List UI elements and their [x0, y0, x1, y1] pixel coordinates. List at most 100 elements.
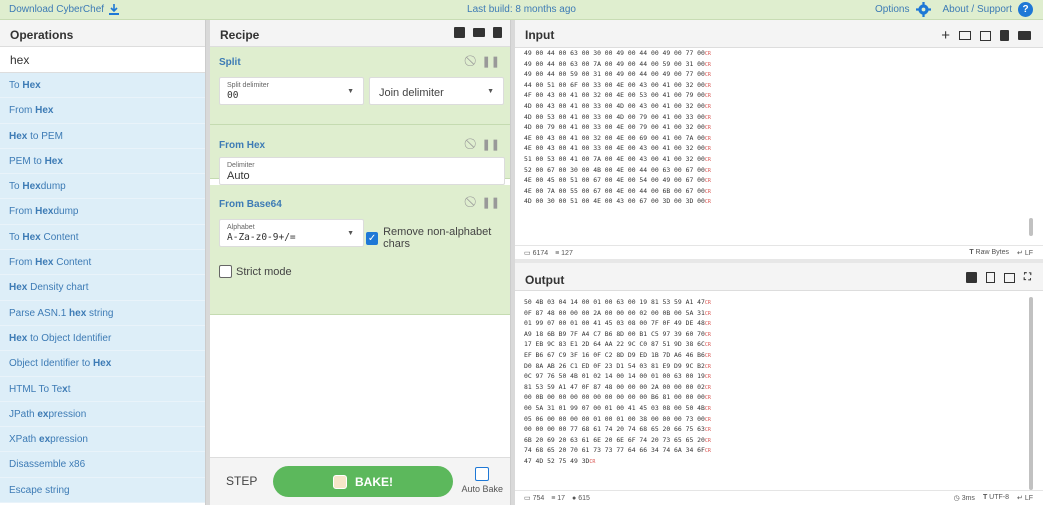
- crlf-marker: CR: [704, 156, 711, 163]
- text-line: 4D 00 30 00 51 00 4E 00 43 00 67 00 3D 0…: [524, 197, 711, 206]
- text-line: 4D 00 53 00 41 00 33 00 4D 00 79 00 41 0…: [524, 112, 711, 121]
- recipe-panel: Recipe Split ⃠❚❚ Split delimiter 00 ▼ Jo…: [210, 20, 511, 505]
- operation-item[interactable]: HTML To Text: [0, 377, 205, 402]
- text-line: 00 00 00 00 77 68 61 74 20 74 68 65 20 6…: [524, 425, 711, 434]
- lines-icon: ≡: [551, 495, 556, 502]
- auto-bake-option[interactable]: Auto Bake: [461, 467, 503, 494]
- text-line: 0C 97 76 50 4B 01 02 14 00 14 00 01 00 6…: [524, 372, 711, 381]
- crlf-marker: CR: [704, 51, 711, 57]
- output-encoding-button[interactable]: T UTF-8: [983, 494, 1009, 502]
- join-delimiter-field[interactable]: Join delimiter ▼: [369, 77, 504, 105]
- save-icon[interactable]: [454, 27, 465, 38]
- input-lines: 127: [561, 250, 573, 257]
- length-icon: ▭: [524, 495, 531, 502]
- output-title: Output: [525, 273, 565, 287]
- text-line: 6B 20 69 20 63 61 6E 20 6E 6F 74 20 73 6…: [524, 435, 711, 444]
- open-file-icon[interactable]: [980, 30, 991, 41]
- operation-item[interactable]: From Hexdump: [0, 199, 205, 225]
- open-folder-icon[interactable]: [959, 31, 971, 40]
- step-button[interactable]: STEP: [226, 474, 257, 488]
- add-tab-icon[interactable]: +: [941, 27, 950, 44]
- operation-item[interactable]: JPath expression: [0, 402, 205, 428]
- operations-title: Operations: [0, 20, 205, 47]
- text-line: 4E 00 43 00 41 00 33 00 4E 00 43 00 41 0…: [524, 144, 711, 153]
- operation-item[interactable]: Hex Density chart: [0, 275, 205, 301]
- pause-icon[interactable]: ❚❚: [482, 138, 500, 151]
- bake-button[interactable]: BAKE!: [273, 466, 453, 497]
- operation-item[interactable]: Escape string: [0, 478, 205, 504]
- text-line: 52 00 67 00 30 00 4B 00 4E 00 44 00 63 0…: [524, 165, 711, 174]
- trash-icon[interactable]: [1000, 30, 1009, 41]
- text-line: 50 4B 03 04 14 00 01 00 63 00 19 81 53 5…: [524, 298, 711, 306]
- input-textarea[interactable]: 49 00 44 00 63 00 30 00 49 00 44 00 49 0…: [515, 48, 1043, 245]
- op-name: From Base64: [219, 199, 282, 210]
- input-scrollbar[interactable]: [1029, 218, 1033, 236]
- text-line: 00 0B 00 00 00 00 00 00 00 00 00 B6 81 0…: [524, 393, 711, 402]
- recipe-op-from-hex[interactable]: From Hex ⃠❚❚ Delimiter Auto: [210, 125, 510, 185]
- save-output-icon[interactable]: [966, 272, 977, 283]
- output-position: 615: [578, 495, 590, 502]
- help-icon[interactable]: ?: [1018, 2, 1033, 17]
- output-eol-button[interactable]: ↵ LF: [1017, 494, 1033, 502]
- operation-item[interactable]: XPath expression: [0, 427, 205, 453]
- text-line: 4D 00 43 00 41 00 33 00 4D 00 43 00 41 0…: [524, 101, 711, 110]
- copy-icon[interactable]: [986, 272, 995, 283]
- operation-item[interactable]: PEM to Hex: [0, 149, 205, 175]
- hex-delimiter-field[interactable]: Delimiter Auto: [219, 157, 505, 185]
- gear-icon[interactable]: [915, 2, 931, 17]
- text-line: D0 8A AB 26 C1 ED 0F 23 D1 54 03 81 E9 D…: [524, 361, 711, 370]
- output-textarea[interactable]: 50 4B 03 04 14 00 01 00 63 00 19 81 53 5…: [515, 295, 1043, 490]
- crlf-marker: CR: [704, 167, 711, 174]
- trash-icon[interactable]: [493, 27, 502, 38]
- output-scrollbar[interactable]: [1029, 297, 1033, 490]
- crlf-marker: CR: [704, 199, 711, 206]
- crlf-marker: CR: [704, 342, 711, 349]
- text-line: 4E 00 7A 00 55 00 67 00 4E 00 44 00 6B 0…: [524, 186, 711, 195]
- operation-item[interactable]: From Hex Content: [0, 250, 205, 276]
- input-length: 6174: [532, 250, 549, 257]
- operations-search-input[interactable]: hex: [0, 47, 205, 73]
- operation-item[interactable]: From Hex: [0, 98, 205, 124]
- operation-item[interactable]: To Hexdump: [0, 174, 205, 200]
- operation-item[interactable]: To Hex: [0, 73, 205, 99]
- text-line: 4D 00 79 00 41 00 33 00 4E 00 79 00 41 0…: [524, 123, 711, 132]
- options-link[interactable]: Options: [875, 4, 909, 15]
- strict-mode-option[interactable]: Strict mode: [219, 265, 292, 278]
- replace-input-icon[interactable]: [1004, 272, 1015, 283]
- remove-non-alphabet-option[interactable]: ✓ Remove non-alphabet chars: [366, 226, 510, 250]
- layout-icon[interactable]: [1018, 31, 1031, 40]
- text-line: 00 5A 31 01 99 07 00 01 00 41 45 03 08 0…: [524, 403, 711, 412]
- maximize-icon[interactable]: ⛶: [1024, 272, 1031, 283]
- top-banner: Download CyberChef Last build: 8 months …: [0, 0, 1043, 20]
- crlf-marker: CR: [704, 416, 711, 423]
- pause-icon[interactable]: ❚❚: [482, 55, 500, 68]
- operation-item[interactable]: Hex to PEM: [0, 124, 205, 149]
- checkbox-unchecked[interactable]: [219, 265, 232, 278]
- alphabet-field[interactable]: Alphabet A-Za-z0-9+/= ▼: [219, 219, 364, 247]
- op-name: Split: [219, 57, 241, 68]
- input-eol-button[interactable]: ↵ LF: [1017, 249, 1033, 257]
- text-line: 05 06 00 00 00 00 01 00 01 00 38 00 00 0…: [524, 414, 711, 423]
- output-length: 754: [532, 495, 545, 502]
- output-lines: 17: [557, 495, 566, 502]
- pause-icon[interactable]: ❚❚: [482, 196, 500, 209]
- auto-bake-checkbox[interactable]: [475, 467, 490, 481]
- crlf-marker: CR: [704, 374, 711, 381]
- recipe-op-split[interactable]: Split ⃠❚❚ Split delimiter 00 ▼ Join deli…: [210, 47, 510, 125]
- folder-icon[interactable]: [473, 28, 485, 37]
- crlf-marker: CR: [704, 384, 711, 391]
- operation-item[interactable]: Parse ASN.1 hex string: [0, 301, 205, 326]
- about-link[interactable]: About / Support: [943, 4, 1013, 15]
- operation-item[interactable]: Hex to Object Identifier: [0, 326, 205, 352]
- raw-bytes-button[interactable]: T Raw Bytes: [969, 249, 1009, 257]
- operation-item[interactable]: Disassemble x86: [0, 452, 205, 478]
- text-line: 47 4D 52 75 49 3DCR: [524, 456, 596, 465]
- text-line: 49 00 44 00 63 00 7A 00 49 00 44 00 59 0…: [524, 59, 711, 68]
- operation-item[interactable]: Object Identifier to Hex: [0, 351, 205, 377]
- crlf-marker: CR: [589, 458, 596, 465]
- checkbox-checked[interactable]: ✓: [366, 231, 379, 245]
- recipe-op-from-base64[interactable]: From Base64 ⃠❚❚ Alphabet A-Za-z0-9+/= ▼ …: [210, 185, 510, 315]
- chef-icon: [333, 474, 347, 489]
- split-delimiter-field[interactable]: Split delimiter 00 ▼: [219, 77, 364, 105]
- operation-item[interactable]: To Hex Content: [0, 225, 205, 251]
